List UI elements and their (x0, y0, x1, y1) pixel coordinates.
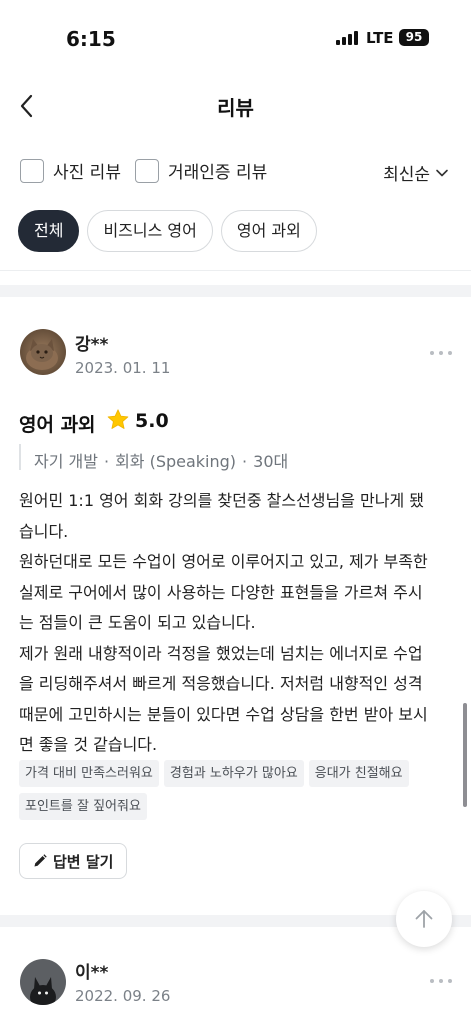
class-title: 영어 과외 (19, 414, 96, 436)
review-tag: 포인트를 잘 짚어줘요 (19, 793, 147, 820)
sort-label: 최신순 (383, 165, 430, 185)
verified-review-label: 거래인증 리뷰 (168, 163, 268, 183)
review-text-line: 때문에 고민하시는 분들이 있다면 수업 상담을 한번 받아 보시 (19, 704, 428, 724)
battery-icon: 95 (399, 29, 429, 46)
review-text-line: 실제로 구어에서 많이 사용하는 다양한 표현들을 가르쳐 주시 (19, 582, 423, 602)
chip-english-tutoring[interactable]: 영어 과외 (220, 210, 317, 252)
review-text-line: 면 좋을 것 같습니다. (19, 735, 158, 754)
review-date: 2023. 01. 11 (75, 359, 171, 377)
review-tags: 가격 대비 만족스러워요 경험과 노하우가 많아요 응대가 친절해요 포인트를 … (19, 760, 459, 820)
review-text-line: 습니다. (19, 521, 69, 541)
review-tag: 경험과 노하우가 많아요 (163, 760, 304, 787)
reviewer-name: 강** (75, 335, 109, 355)
filter-bar: 사진 리뷰 거래인증 리뷰 최신순 (20, 156, 460, 188)
reply-button-label: 답변 달기 (53, 852, 114, 871)
chip-business-english[interactable]: 비즈니스 영어 (87, 210, 213, 252)
review-text: 원어민 1:1 영어 회화 강의를 찾던중 찰스선생님을 만나게 됐 습니다. … (19, 486, 455, 761)
meta-skill: 회화 (Speaking) (115, 452, 237, 471)
review-tag: 가격 대비 만족스러워요 (19, 760, 159, 787)
photo-review-label: 사진 리뷰 (53, 163, 121, 183)
status-time: 6:15 (66, 27, 116, 51)
reviewer-name: 이** (75, 963, 109, 983)
page-title: 리뷰 (217, 96, 254, 120)
meta-divider (19, 444, 21, 470)
category-chips: 전체 비즈니스 영어 영어 과외 (18, 210, 317, 252)
meta-age: 30대 (253, 452, 289, 471)
verified-review-filter[interactable]: 거래인증 리뷰 (135, 158, 267, 183)
more-options-button[interactable] (430, 348, 452, 358)
chevron-down-icon (436, 169, 448, 176)
more-options-button[interactable] (430, 976, 452, 986)
review-text-line: 을 리딩해주셔서 빠르게 적응했습니다. 저처럼 내향적인 성격 (19, 674, 423, 693)
review-text-line: 제가 원래 내향적이라 걱정을 했었는데 넘치는 에너지로 수업 (19, 643, 423, 663)
meta-purpose: 자기 개발 (34, 452, 98, 471)
reviewer-avatar (20, 329, 66, 375)
divider (0, 270, 471, 271)
review-meta: 자기 개발 · 회화 (Speaking) · 30대 (34, 452, 289, 471)
signal-icon (336, 31, 358, 45)
reply-button[interactable]: 답변 달기 (19, 843, 128, 879)
reviewer-avatar (20, 959, 66, 1005)
network-label: LTE (366, 29, 394, 47)
verified-review-checkbox[interactable] (135, 158, 159, 183)
pencil-icon (34, 854, 47, 867)
review-tag: 응대가 친절해요 (308, 760, 409, 787)
scroll-to-top-button[interactable] (396, 891, 452, 947)
photo-review-filter[interactable]: 사진 리뷰 (20, 158, 121, 183)
section-divider (0, 285, 471, 297)
nav-bar: 리뷰 (0, 80, 471, 132)
review-date: 2022. 09. 26 (75, 987, 171, 1005)
rating-value: 5.0 (135, 410, 169, 432)
status-bar: 6:15 LTE 95 (0, 0, 471, 70)
scrollbar[interactable] (463, 703, 467, 807)
sort-dropdown[interactable]: 최신순 (383, 160, 450, 185)
review-text-line: 는 점들이 큰 도움이 되고 있습니다. (19, 613, 256, 632)
photo-review-checkbox[interactable] (20, 158, 44, 183)
review-text-line: 원어민 1:1 영어 회화 강의를 찾던중 찰스선생님을 만나게 됐 (19, 491, 424, 510)
chip-all[interactable]: 전체 (18, 210, 80, 252)
review-text-line: 원하던대로 모든 수업이 영어로 이루어지고 있고, 제가 부족한 (19, 552, 428, 571)
arrow-up-icon (415, 910, 433, 928)
star-icon (107, 409, 129, 429)
